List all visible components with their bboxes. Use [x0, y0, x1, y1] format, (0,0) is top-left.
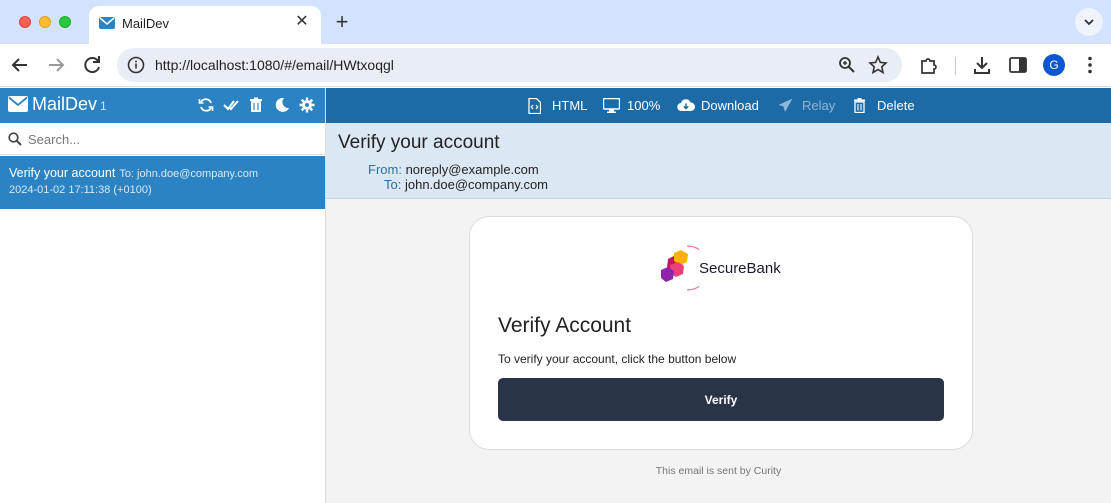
verify-button[interactable]: Verify [498, 378, 944, 421]
trash-icon[interactable] [248, 97, 264, 113]
relay-button[interactable]: Relay [778, 97, 838, 115]
email-header: Verify your account From: noreply@exampl… [326, 123, 1111, 199]
star-icon[interactable] [868, 55, 888, 75]
envelope-icon [8, 96, 28, 112]
zoom-button[interactable]: 100% [603, 97, 663, 115]
relay-label: Relay [802, 98, 836, 113]
menu-icon[interactable] [1079, 54, 1101, 76]
from-address: noreply@example.com [405, 162, 539, 177]
to-address: john.doe@company.com [404, 177, 549, 192]
profile-avatar[interactable]: G [1043, 54, 1065, 76]
tab-title: MailDev [122, 16, 169, 31]
download-icon[interactable] [971, 54, 993, 76]
email-list-subject: Verify your account To: john.doe@company.… [9, 166, 258, 180]
gear-icon[interactable] [299, 97, 315, 113]
delete-label: Delete [877, 98, 915, 113]
email-body: SecureBank Verify Account To verify your… [326, 200, 1111, 503]
to-label: To: [384, 177, 402, 192]
toolbar-divider [955, 57, 956, 75]
download-button[interactable]: Download [677, 97, 762, 115]
browser-toolbar: http://localhost:1080/#/email/HWtxoqgl G [0, 44, 1111, 87]
sidebar-icon[interactable] [1007, 54, 1029, 76]
forward-icon[interactable] [44, 53, 68, 77]
sidebar-header: MailDev 1 [0, 88, 325, 123]
minimize-window-button[interactable] [39, 16, 51, 28]
email-subject-text: Verify your account [9, 166, 116, 180]
app-title: MailDev [32, 94, 98, 114]
to-row: To: john.doe@company.com [384, 177, 548, 192]
html-button[interactable]: HTML [528, 97, 588, 115]
email-toolbar: HTML 100% Download Relay Delete [326, 88, 1111, 123]
browser-tab[interactable]: MailDev ✕ [89, 6, 321, 44]
new-tab-button[interactable]: + [332, 10, 352, 34]
search-icon [8, 132, 22, 146]
tab-search-button[interactable] [1075, 8, 1103, 36]
delete-button[interactable]: Delete [853, 97, 918, 115]
address-bar[interactable]: http://localhost:1080/#/email/HWtxoqgl [117, 48, 902, 82]
envelope-icon [99, 17, 115, 29]
mark-all-read-icon[interactable] [223, 97, 239, 113]
desktop-icon [603, 98, 620, 113]
url-text[interactable]: http://localhost:1080/#/email/HWtxoqgl [155, 57, 394, 73]
info-icon[interactable] [127, 56, 145, 74]
maximize-window-button[interactable] [59, 16, 71, 28]
email-view: HTML 100% Download Relay Delete Verify y… [326, 88, 1111, 503]
email-subject: Verify your account [338, 132, 500, 153]
download-label: Download [701, 98, 759, 113]
tab-close-icon[interactable]: ✕ [293, 13, 311, 31]
back-icon[interactable] [8, 53, 32, 77]
html-label: HTML [552, 98, 588, 113]
trash-icon [854, 98, 865, 113]
moon-icon[interactable] [274, 97, 290, 113]
file-code-icon [528, 98, 541, 114]
email-date: 2024-01-02 17:11:38 (+0100) [9, 184, 152, 196]
refresh-icon[interactable] [198, 97, 214, 113]
cloud-download-icon [677, 99, 695, 112]
zoom-icon[interactable] [838, 56, 856, 74]
brand-name: SecureBank [699, 260, 781, 277]
paper-plane-icon [778, 98, 793, 112]
email-recipient: To: john.doe@company.com [119, 168, 259, 180]
list-item[interactable]: Verify your account To: john.doe@company.… [0, 156, 325, 209]
close-window-button[interactable] [19, 16, 31, 28]
securebank-logo-icon [661, 245, 699, 291]
extensions-icon[interactable] [918, 54, 940, 76]
from-label: From: [368, 162, 402, 177]
email-list-sidebar: MailDev 1 Search... Verify your account … [0, 88, 326, 503]
brand-logo: SecureBank [659, 243, 789, 293]
email-count: 1 [100, 99, 107, 113]
footer-note: This email is sent by Curity [655, 465, 782, 477]
browser-tab-bar: MailDev ✕ + [0, 0, 1111, 44]
chevron-down-icon [1084, 19, 1094, 26]
email-card: SecureBank Verify Account To verify your… [469, 216, 973, 450]
reload-icon[interactable] [80, 53, 104, 77]
search-input[interactable] [28, 129, 318, 149]
search-box [0, 123, 325, 155]
zoom-label: 100% [627, 98, 661, 113]
card-title: Verify Account [498, 314, 632, 337]
from-row: From: noreply@example.com [368, 162, 539, 177]
card-text: To verify your account, click the button… [498, 352, 737, 366]
